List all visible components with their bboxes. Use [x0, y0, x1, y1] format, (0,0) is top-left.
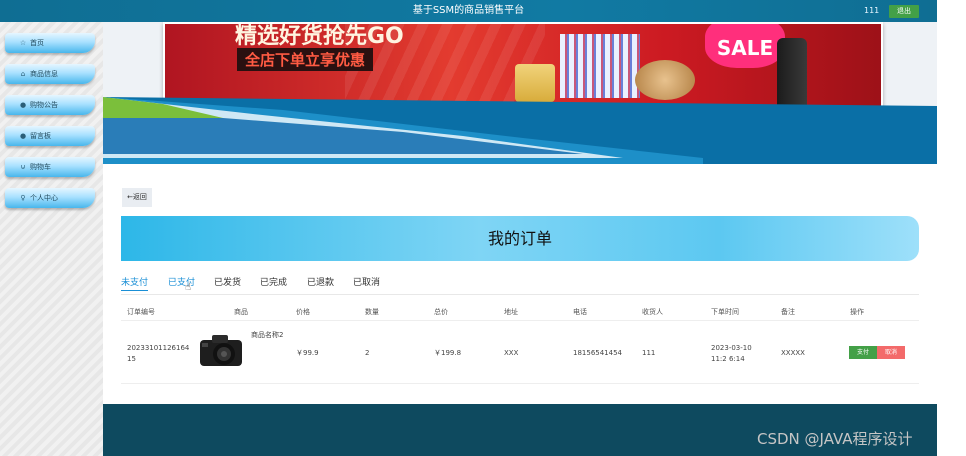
order-panel: ←返回 我的订单 未支付 已支付 已发货 已完成 已退款 已取消 订单编号 商品…	[103, 164, 937, 404]
banner-subline: 全店下单立享优惠	[237, 48, 374, 71]
phone-cell: 18156541454	[573, 349, 622, 357]
banner-headline: 精选好货抢先GO	[235, 24, 404, 49]
banner-wave	[103, 97, 937, 164]
product-image[interactable]	[198, 332, 248, 370]
sidebar-item-messages[interactable]: ● 留言板	[5, 126, 95, 146]
order-status-tabs: 未支付 已支付 已发货 已完成 已退款 已取消	[121, 276, 919, 295]
sidebar-item-profile[interactable]: ♀ 个人中心	[5, 188, 95, 208]
table-divider	[121, 383, 919, 384]
price-cell: ￥99.9	[296, 349, 319, 357]
col-actions: 操作	[850, 308, 864, 316]
tab-shipped[interactable]: 已发货	[214, 276, 241, 290]
sidebar-item-products[interactable]: ⌂ 商品信息	[5, 64, 95, 84]
watermark: CSDN @JAVA程序设计	[757, 430, 913, 448]
col-quantity: 数量	[365, 308, 379, 316]
top-bar: 基于SSM的商品销售平台 111 退出	[0, 0, 937, 22]
tab-cancelled[interactable]: 已取消	[353, 276, 380, 290]
gift-box-image	[560, 34, 640, 98]
sidebar-item-label: 留言板	[30, 132, 51, 140]
page-title-banner: 我的订单	[121, 216, 919, 261]
info-icon: ●	[19, 101, 27, 109]
receiver-cell: 111	[642, 349, 656, 357]
sidebar-item-home[interactable]: ☆ 首页	[5, 33, 95, 53]
table-divider	[121, 320, 919, 321]
col-phone: 电话	[573, 308, 587, 316]
username: 111	[864, 6, 880, 15]
col-product: 商品	[234, 308, 248, 316]
tab-completed[interactable]: 已完成	[260, 276, 287, 290]
product-name-cell: 商品名称2	[251, 331, 284, 339]
quantity-cell: 2	[365, 349, 370, 357]
sidebar-item-label: 购物公告	[30, 101, 58, 109]
star-icon: ☆	[19, 39, 27, 47]
sidebar-item-label: 首页	[30, 39, 44, 47]
sidebar-item-cart[interactable]: ⊍ 购物车	[5, 157, 95, 177]
home-icon: ⌂	[20, 70, 26, 78]
time-cell: 2023-03-10 11:2 6:14	[711, 344, 752, 363]
address-cell: XXX	[504, 349, 519, 357]
col-address: 地址	[504, 308, 518, 316]
sidebar-item-announcements[interactable]: ● 购物公告	[5, 95, 95, 115]
cart-icon: ⊍	[20, 163, 26, 171]
sidebar-item-label: 购物车	[30, 163, 51, 171]
col-total: 总价	[434, 308, 448, 316]
cancel-button[interactable]: 取消	[877, 346, 905, 359]
remark-cell: XXXXX	[781, 349, 805, 357]
sidebar: ☆ 首页 ⌂ 商品信息 ● 购物公告 ● 留言板 ⊍ 购物车 ♀ 个人中心	[0, 22, 103, 456]
pay-button[interactable]: 支付	[849, 346, 877, 359]
col-order-no: 订单编号	[127, 308, 155, 316]
page-title: 我的订单	[487, 229, 552, 248]
logout-button[interactable]: 退出	[889, 5, 919, 18]
banner: 精选好货抢先GO 全店下单立享优惠 SALE	[103, 22, 937, 164]
user-icon: ♀	[20, 194, 26, 202]
back-button[interactable]: ←返回	[122, 188, 152, 207]
tab-unpaid[interactable]: 未支付	[121, 276, 149, 291]
order-no-cell: 20233101126164 15	[127, 344, 190, 363]
col-price: 价格	[296, 308, 310, 316]
col-receiver: 收货人	[642, 308, 663, 316]
tab-refunded[interactable]: 已退款	[307, 276, 334, 290]
sidebar-item-label: 个人中心	[30, 194, 58, 202]
sidebar-item-label: 商品信息	[30, 70, 58, 78]
col-time: 下单时间	[711, 308, 739, 316]
site-title: 基于SSM的商品销售平台	[412, 5, 525, 16]
total-cell: ￥199.8	[434, 349, 462, 357]
col-remark: 备注	[781, 308, 795, 316]
message-icon: ●	[19, 132, 27, 140]
mouse-cursor-icon: ☝	[185, 282, 192, 293]
sale-badge: SALE	[705, 24, 785, 68]
